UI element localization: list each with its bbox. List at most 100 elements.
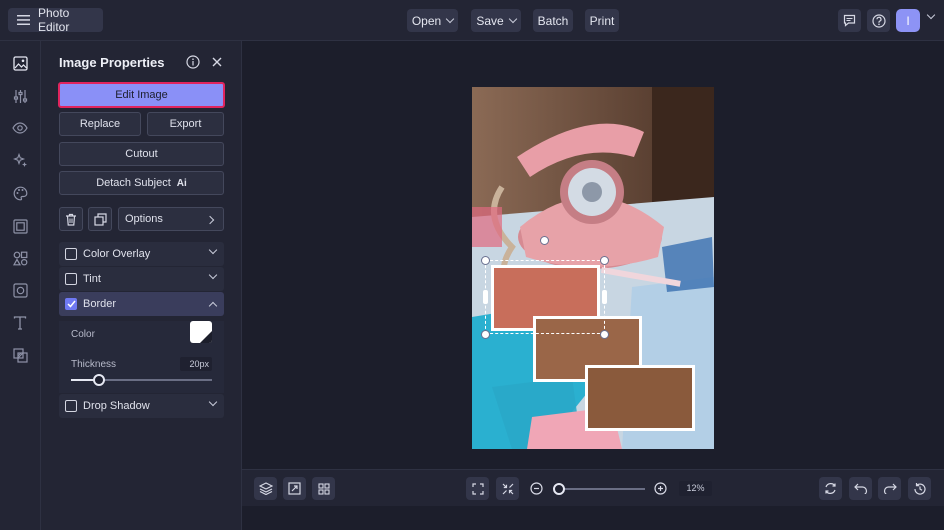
redo-icon — [883, 483, 897, 494]
footer-strip — [242, 506, 944, 530]
options-button[interactable]: Options — [118, 207, 224, 231]
chevron-up-icon[interactable] — [208, 301, 218, 311]
resize-canvas-button[interactable] — [283, 477, 306, 500]
palette-icon[interactable] — [11, 184, 29, 202]
rotate-handle[interactable] — [540, 236, 549, 245]
print-button[interactable]: Print — [585, 9, 619, 32]
tint-checkbox[interactable] — [65, 273, 77, 285]
chevron-down-icon[interactable] — [208, 397, 218, 407]
batch-button[interactable]: Batch — [533, 9, 573, 32]
collage-photo[interactable] — [585, 365, 695, 431]
selection-box[interactable] — [485, 260, 605, 334]
texture-icon[interactable] — [11, 281, 29, 299]
fullscreen-icon — [471, 482, 484, 495]
chevron-down-icon[interactable] — [208, 245, 218, 255]
zoom-slider-handle[interactable] — [553, 483, 565, 495]
overlay-icon[interactable] — [11, 346, 29, 364]
open-button[interactable]: Open — [407, 9, 458, 32]
app-title: Photo Editor — [38, 6, 70, 34]
thickness-value[interactable]: 20px — [180, 357, 212, 371]
detach-subject-button[interactable]: Detach Subject Ai — [59, 171, 224, 195]
save-button[interactable]: Save — [471, 9, 521, 32]
help-button[interactable] — [867, 9, 890, 32]
bottom-bar: 12% — [242, 469, 944, 506]
layers-icon — [258, 482, 273, 495]
close-icon[interactable] — [212, 57, 222, 67]
info-icon[interactable] — [186, 55, 200, 69]
eye-icon[interactable] — [11, 119, 29, 137]
resize-handle[interactable] — [600, 330, 609, 339]
thickness-slider-track[interactable] — [71, 374, 212, 386]
open-label: Open — [411, 13, 442, 28]
shapes-icon[interactable] — [11, 249, 29, 267]
zoom-value[interactable]: 12% — [679, 481, 712, 496]
color-overlay-label: Color Overlay — [83, 248, 151, 260]
chevron-down-icon[interactable] — [926, 10, 936, 20]
avatar[interactable]: I — [896, 9, 920, 32]
undo-button[interactable] — [849, 477, 872, 500]
border-color-swatch[interactable] — [190, 321, 212, 343]
tint-row[interactable]: Tint — [59, 267, 224, 291]
resize-icon — [288, 482, 301, 495]
adjustments-icon[interactable] — [11, 87, 29, 105]
redo-button[interactable] — [878, 477, 901, 500]
replace-label: Replace — [79, 118, 121, 130]
resize-handle[interactable] — [481, 256, 490, 265]
delete-button[interactable] — [59, 207, 83, 231]
chevron-down-icon — [508, 14, 517, 24]
menu-button[interactable]: Photo Editor — [8, 6, 103, 34]
resize-handle[interactable] — [481, 330, 490, 339]
undo-icon — [853, 483, 868, 494]
detach-subject-label: Detach Subject — [96, 177, 171, 189]
zoom-out-icon[interactable] — [530, 482, 543, 495]
zoom-in-icon[interactable] — [654, 482, 667, 495]
actual-size-button[interactable] — [496, 477, 519, 500]
avatar-initial: I — [906, 13, 910, 28]
drop-shadow-checkbox[interactable] — [65, 400, 77, 412]
grid-button[interactable] — [312, 477, 335, 500]
text-icon[interactable] — [11, 314, 29, 332]
comments-button[interactable] — [838, 9, 861, 32]
zoom-slider-track[interactable] — [553, 483, 645, 495]
batch-label: Batch — [537, 13, 569, 28]
image-icon[interactable] — [11, 54, 29, 72]
chevron-down-icon[interactable] — [208, 270, 218, 280]
drop-shadow-label: Drop Shadow — [83, 400, 150, 412]
cutout-button[interactable]: Cutout — [59, 142, 224, 166]
export-label: Export — [169, 118, 202, 130]
edit-image-label: Edit Image — [115, 89, 168, 101]
image-properties-panel: Image Properties Edit Image Replace Expo… — [41, 41, 242, 530]
thickness-slider-handle[interactable] — [93, 374, 106, 386]
options-label: Options — [125, 213, 163, 225]
tool-sidebar — [0, 41, 41, 530]
sparkle-icon[interactable] — [11, 151, 29, 169]
save-label: Save — [476, 13, 504, 28]
color-overlay-checkbox[interactable] — [65, 248, 77, 260]
side-handle[interactable] — [602, 290, 607, 304]
duplicate-icon — [93, 212, 107, 226]
export-button[interactable]: Export — [147, 112, 224, 136]
edit-image-button[interactable]: Edit Image — [58, 82, 225, 108]
drop-shadow-row[interactable]: Drop Shadow — [59, 394, 224, 418]
side-handle[interactable] — [483, 290, 488, 304]
comment-icon — [843, 14, 856, 27]
frame-icon[interactable] — [11, 217, 29, 235]
refresh-button[interactable] — [819, 477, 842, 500]
refresh-icon — [824, 482, 837, 495]
grid-icon — [317, 482, 330, 495]
resize-handle[interactable] — [600, 256, 609, 265]
border-checkbox[interactable] — [65, 298, 77, 310]
duplicate-button[interactable] — [88, 207, 112, 231]
chevron-down-icon — [445, 14, 455, 24]
border-row[interactable]: Border — [59, 292, 224, 316]
chevron-right-icon — [205, 215, 215, 225]
canvas-image[interactable] — [472, 87, 714, 449]
hamburger-icon — [17, 15, 30, 25]
ai-badge: Ai — [176, 177, 187, 189]
layers-button[interactable] — [254, 477, 277, 500]
color-overlay-row[interactable]: Color Overlay — [59, 242, 224, 266]
history-icon — [913, 482, 927, 496]
history-button[interactable] — [908, 477, 931, 500]
replace-button[interactable]: Replace — [59, 112, 141, 136]
fit-screen-button[interactable] — [466, 477, 489, 500]
